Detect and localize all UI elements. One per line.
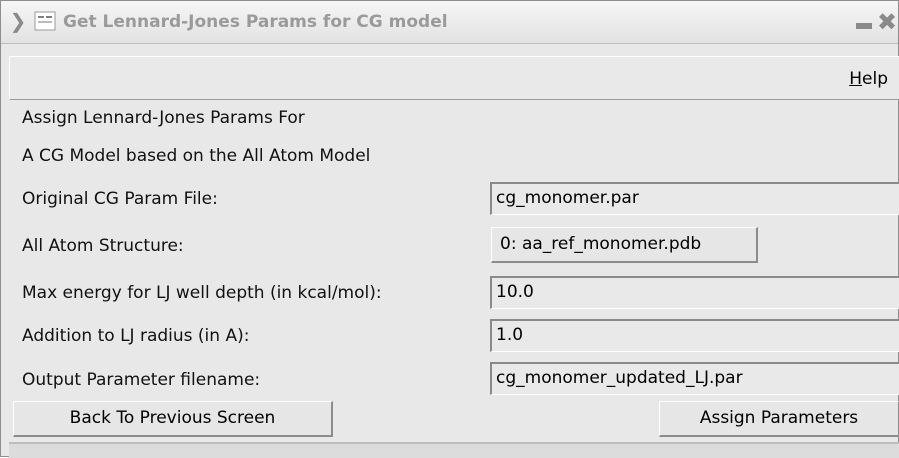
lj-radius-input[interactable]: 1.0 [490, 319, 899, 352]
minimize-icon[interactable] [856, 23, 872, 29]
back-button[interactable]: Back To Previous Screen [13, 401, 333, 437]
help-mnemonic: H [849, 69, 863, 89]
window-title: Get Lennard-Jones Params for CG model [63, 12, 448, 32]
title-bar[interactable]: ❯ Get Lennard-Jones Params for CG model … [1, 1, 898, 44]
cg-param-file-input[interactable]: cg_monomer.par [490, 182, 899, 215]
bottom-strip [9, 444, 899, 458]
aa-structure-label: All Atom Structure: [22, 236, 184, 256]
assign-parameters-button[interactable]: Assign Parameters [659, 401, 899, 437]
chevron-down-icon[interactable]: ❯ [7, 10, 29, 32]
app-icon [34, 11, 56, 31]
menu-bar: Help [9, 56, 899, 100]
max-energy-label: Max energy for LJ well depth (in kcal/mo… [22, 283, 382, 303]
help-label: elp [862, 69, 888, 89]
intro-line-1: Assign Lennard-Jones Params For [22, 108, 305, 128]
output-file-label: Output Parameter filename: [22, 370, 261, 390]
cg-param-file-label: Original CG Param File: [22, 189, 218, 209]
close-icon[interactable]: ✖ [877, 9, 899, 35]
help-menu[interactable]: Help [849, 67, 888, 91]
max-energy-input[interactable]: 10.0 [490, 276, 899, 309]
intro-line-2: A CG Model based on the All Atom Model [22, 146, 371, 166]
aa-structure-select[interactable]: 0: aa_ref_monomer.pdb [491, 227, 758, 263]
output-file-input[interactable]: cg_monomer_updated_LJ.par [490, 362, 899, 395]
dialog-window: ❯ Get Lennard-Jones Params for CG model … [0, 0, 899, 458]
lj-radius-label: Addition to LJ radius (in A): [22, 326, 250, 346]
